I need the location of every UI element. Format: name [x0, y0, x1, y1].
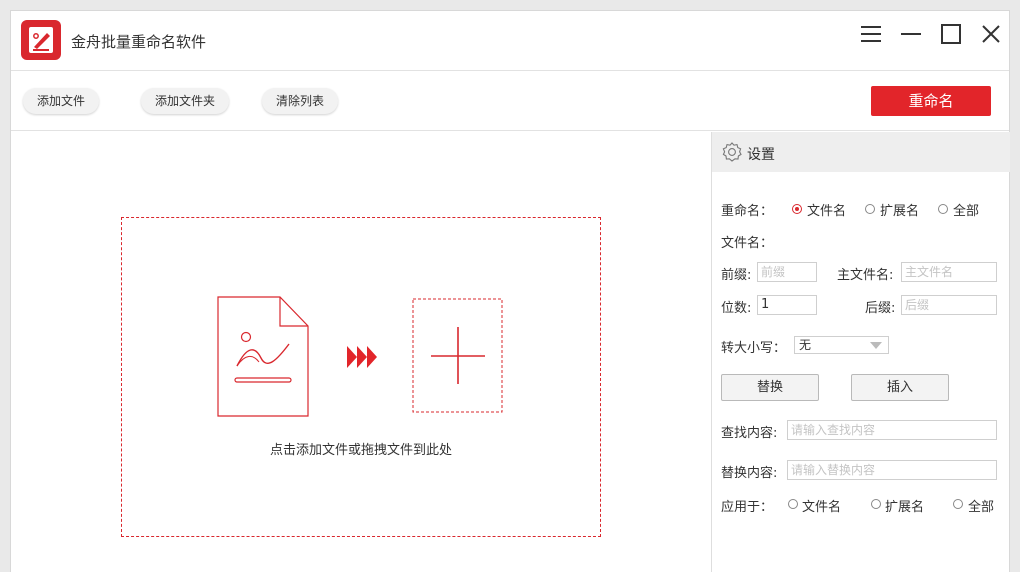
settings-header: 设置 [712, 132, 1010, 172]
rename-filename-label: 文件名 [807, 204, 847, 219]
apply-extension-radio[interactable] [871, 499, 881, 509]
app-window: 金舟批量重命名软件 添加文件 添加文件夹 清除列表 重命名 点击添加文件或拖拽文… [10, 10, 1010, 572]
digits-input[interactable]: 1 [757, 295, 817, 315]
mainname-input[interactable]: 主文件名 [901, 262, 997, 282]
apply-label: 应用于： [721, 500, 774, 515]
dropzone[interactable]: 点击添加文件或拖拽文件到此处 [121, 217, 601, 537]
chevron-down-icon [870, 342, 882, 349]
apply-extension-label: 扩展名 [885, 500, 925, 515]
replace-placeholder: 请输入替换内容 [791, 463, 876, 477]
suffix-label: 后缀: [865, 301, 896, 316]
rename-button[interactable]: 重命名 [871, 86, 991, 116]
digits-label: 位数: [721, 301, 752, 316]
find-placeholder: 请输入查找内容 [791, 423, 876, 437]
case-label: 转大小写： [721, 341, 787, 356]
minimize-icon[interactable] [896, 19, 926, 49]
insert-button[interactable]: 插入 [851, 374, 949, 401]
rename-extension-label: 扩展名 [880, 204, 920, 219]
suffix-input[interactable]: 后缀 [901, 295, 997, 315]
apply-all-label: 全部 [968, 500, 995, 515]
replace-button[interactable]: 替换 [721, 374, 819, 401]
prefix-placeholder: 前缀 [761, 265, 786, 279]
replace-content-label: 替换内容: [721, 466, 778, 481]
prefix-input[interactable]: 前缀 [757, 262, 817, 282]
apply-filename-radio[interactable] [788, 499, 798, 509]
arrow-forward-icon [347, 346, 377, 368]
find-input[interactable]: 请输入查找内容 [787, 420, 997, 440]
settings-panel: 设置 重命名： 文件名 扩展名 全部 文件名： 前缀: 前缀 主文件名: 主文件… [711, 132, 1010, 572]
add-folder-button[interactable]: 添加文件夹 [141, 88, 230, 114]
add-file-button[interactable]: 添加文件 [23, 88, 100, 114]
toolbar: 添加文件 添加文件夹 清除列表 重命名 [11, 71, 1009, 131]
case-select[interactable]: 无 [794, 336, 889, 354]
find-label: 查找内容: [721, 426, 778, 441]
maximize-icon[interactable] [936, 19, 966, 49]
prefix-label: 前缀: [721, 268, 752, 283]
menu-icon[interactable] [856, 19, 886, 49]
apply-filename-label: 文件名 [802, 500, 842, 515]
dropzone-hint: 点击添加文件或拖拽文件到此处 [269, 443, 452, 458]
filename-label: 文件名： [721, 236, 774, 251]
title-bar: 金舟批量重命名软件 [11, 11, 1009, 71]
rename-filename-radio[interactable] [792, 204, 802, 214]
case-select-value: 无 [799, 338, 812, 352]
mainname-label: 主文件名: [837, 268, 894, 283]
clear-list-button[interactable]: 清除列表 [262, 88, 339, 114]
apply-all-radio[interactable] [953, 499, 963, 509]
gear-icon [722, 142, 742, 162]
replace-input[interactable]: 请输入替换内容 [787, 460, 997, 480]
document-icon [217, 296, 503, 417]
rename-all-radio[interactable] [938, 204, 948, 214]
settings-title: 设置 [747, 147, 775, 163]
file-list-area: 点击添加文件或拖拽文件到此处 [11, 132, 711, 572]
close-icon[interactable] [976, 19, 1006, 49]
rename-extension-radio[interactable] [865, 204, 875, 214]
rename-all-label: 全部 [953, 204, 980, 219]
plus-icon [431, 327, 485, 384]
mainname-placeholder: 主文件名 [905, 265, 954, 279]
app-title: 金舟批量重命名软件 [71, 33, 207, 51]
suffix-placeholder: 后缀 [905, 298, 930, 312]
rename-target-label: 重命名： [721, 204, 774, 219]
app-logo-icon [21, 20, 61, 60]
